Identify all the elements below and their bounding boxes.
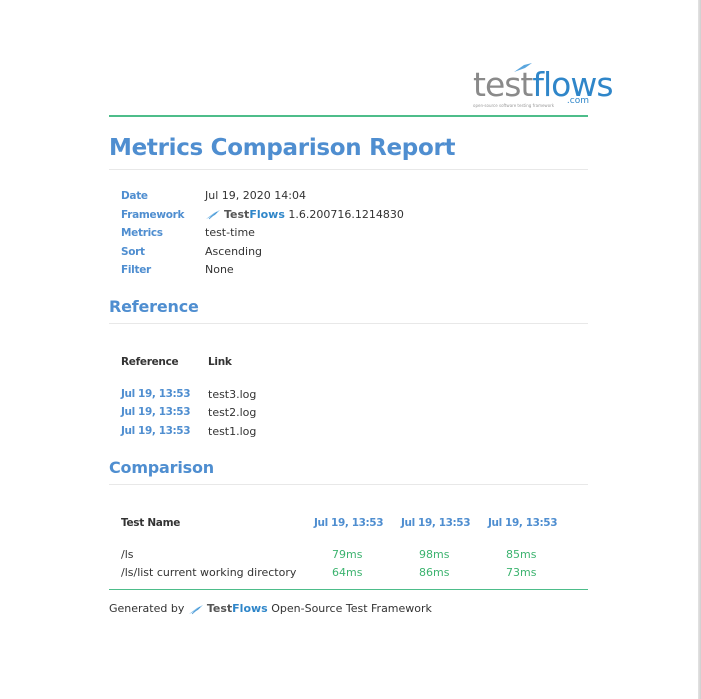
column-header-test-name: Test Name (121, 517, 181, 529)
footer-brand-test[interactable]: Test (207, 602, 232, 615)
test-name: /ls (121, 548, 134, 561)
metric-value: 79ms (332, 548, 363, 561)
metric-value: 86ms (419, 566, 450, 579)
testflows-bird-icon (206, 210, 220, 220)
column-header-link: Link (208, 356, 232, 368)
metric-value: 98ms (419, 548, 450, 561)
reference-date-link[interactable]: Jul 19, 13:53 (121, 388, 191, 400)
page-title: Metrics Comparison Report (109, 135, 456, 161)
meta-label: Date (121, 190, 148, 202)
column-header-run-link[interactable]: Jul 19, 13:53 (314, 517, 384, 529)
footer-rule (109, 589, 588, 590)
framework-version: 1.6.200716.1214830 (288, 207, 404, 221)
footer: Generated by TestFlows Open-Source Test … (109, 602, 432, 615)
testflows-logo: testflows .com open-source software test… (473, 63, 614, 112)
metric-value: 85ms (506, 548, 537, 561)
testflows-bird-icon (188, 604, 203, 614)
column-header-run-link[interactable]: Jul 19, 13:53 (401, 517, 471, 529)
reference-date-link[interactable]: Jul 19, 13:53 (121, 406, 191, 418)
footer-prefix: Generated by (109, 602, 185, 615)
logo-com: .com (566, 96, 589, 106)
reference-log-link[interactable]: test3.log (208, 388, 256, 401)
logo-wordmark: testflows (473, 65, 614, 104)
reference-heading: Reference (109, 297, 199, 316)
meta-label: Framework (121, 208, 185, 221)
header-rule (109, 115, 588, 117)
logo-tagline: open-source software testing framework (473, 103, 555, 108)
column-header-reference: Reference (121, 356, 179, 368)
meta-value: Ascending (205, 244, 263, 258)
reference-log-link[interactable]: test1.log (208, 425, 256, 438)
comparison-divider (109, 484, 588, 485)
test-name: /ls/list current working directory (121, 566, 297, 579)
metric-value: 64ms (332, 566, 363, 579)
footer-suffix: Open-Source Test Framework (271, 602, 432, 615)
meta-value: TestFlows 1.6.200716.1214830 (205, 206, 404, 225)
reference-log-link[interactable]: test2.log (208, 406, 256, 419)
comparison-heading: Comparison (109, 458, 214, 477)
reference-date-link[interactable]: Jul 19, 13:53 (121, 425, 191, 437)
column-header-run-link[interactable]: Jul 19, 13:53 (488, 517, 558, 529)
meta-label: Filter (121, 264, 151, 276)
footer-brand-flows[interactable]: Flows (232, 602, 268, 615)
meta-label: Metrics (121, 227, 163, 239)
title-divider (109, 169, 588, 170)
meta-value: Jul 19, 2020 14:04 (205, 189, 306, 202)
metric-value: 73ms (506, 566, 537, 579)
meta-label: Sort (121, 245, 145, 258)
meta-value: test-time (205, 226, 255, 239)
meta-value: None (205, 263, 234, 276)
testflows-bird-icon (514, 63, 532, 72)
reference-divider (109, 323, 588, 324)
